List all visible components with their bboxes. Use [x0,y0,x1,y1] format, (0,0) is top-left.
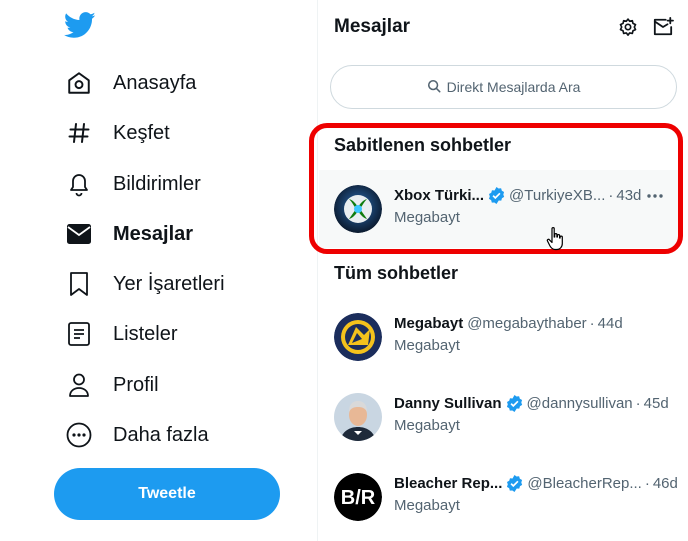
conversation-name: Megabayt [394,315,464,332]
gear-icon[interactable] [617,16,639,38]
list-icon [64,319,94,349]
nav-label: Keşfet [113,121,170,144]
conversation-name: Bleacher Rep... [394,475,503,492]
new-message-icon[interactable] [652,16,674,38]
avatar: B/R [334,473,382,521]
conversation-preview: Megabayt [394,417,460,434]
verified-badge-icon [506,475,523,492]
bell-icon [64,169,94,199]
search-icon [427,79,447,96]
conversation-handle: @BleacherRep... [527,475,642,492]
bookmark-icon [64,269,94,299]
svg-text:B/R: B/R [341,487,376,509]
avatar [334,313,382,361]
conversation-preview: Megabayt [394,497,460,514]
nav-item-notifications[interactable]: Bildirimler [64,164,201,204]
conversation-preview: Megabayt [394,209,460,226]
left-navigation: Anasayfa Keşfet Bildirimler Mesajlar Yer… [0,0,318,541]
envelope-icon [64,219,94,249]
home-icon [64,68,94,98]
nav-item-lists[interactable]: Listeler [64,314,177,354]
conversation-handle: @dannysullivan [526,395,633,412]
more-options-icon[interactable] [646,187,664,210]
verified-badge-icon [488,187,505,204]
conversation-time: 44d [597,315,623,332]
conversation-name: Xbox Türki... [394,187,485,204]
nav-label: Yer İşaretleri [113,272,225,295]
all-conversations-title: Tüm sohbetler [334,263,459,283]
conversation-row[interactable]: B/R Bleacher Rep... @BleacherRep... · 46… [319,461,679,533]
conversation-name: Danny Sullivan [394,395,502,412]
nav-item-messages[interactable]: Mesajlar [64,214,193,254]
nav-item-home[interactable]: Anasayfa [64,63,196,103]
conversation-handle: @megabaythaber [467,315,587,332]
page-title: Mesajlar [334,16,411,37]
conversation-handle: @TurkiyeXB... [509,187,606,204]
conversation-preview: Megabayt [394,337,460,354]
nav-item-bookmarks[interactable]: Yer İşaretleri [64,264,225,304]
tweet-button[interactable]: Tweetle [54,468,280,520]
nav-item-profile[interactable]: Profil [64,365,159,405]
hashtag-icon [64,118,94,148]
nav-label: Bildirimler [113,172,201,195]
messages-panel: Mesajlar Direkt Mesajlarda Ara Sabitlene… [319,0,688,541]
conversation-row[interactable]: Danny Sullivan @dannysullivan · 45d Mega… [319,381,679,453]
avatar [334,185,382,233]
conversation-row[interactable]: Megabayt @megabaythaber · 44d Megabayt [319,301,679,373]
conversation-time: 45d [643,395,669,412]
pinned-conversation-row[interactable]: Xbox Türki... @TurkiyeXB... · 43d Megaba… [319,173,679,245]
conversation-time: 46d [652,475,678,492]
nav-label: Mesajlar [113,222,194,245]
avatar [334,393,382,441]
nav-item-more[interactable]: Daha fazla [64,415,209,455]
verified-badge-icon [506,395,523,412]
pinned-section-title: Sabitlenen sohbetler [334,135,512,155]
search-placeholder: Direkt Mesajlarda Ara [446,79,581,95]
person-icon [64,370,94,400]
conversation-time: 43d [616,187,642,204]
search-input[interactable]: Direkt Mesajlarda Ara [330,65,677,109]
nav-label: Listeler [113,322,178,345]
nav-item-explore[interactable]: Keşfet [64,113,170,153]
nav-label: Anasayfa [113,71,197,94]
more-circle-icon [64,420,94,450]
nav-label: Profil [113,373,159,396]
nav-label: Daha fazla [113,423,209,446]
twitter-bird-icon[interactable] [63,12,96,42]
